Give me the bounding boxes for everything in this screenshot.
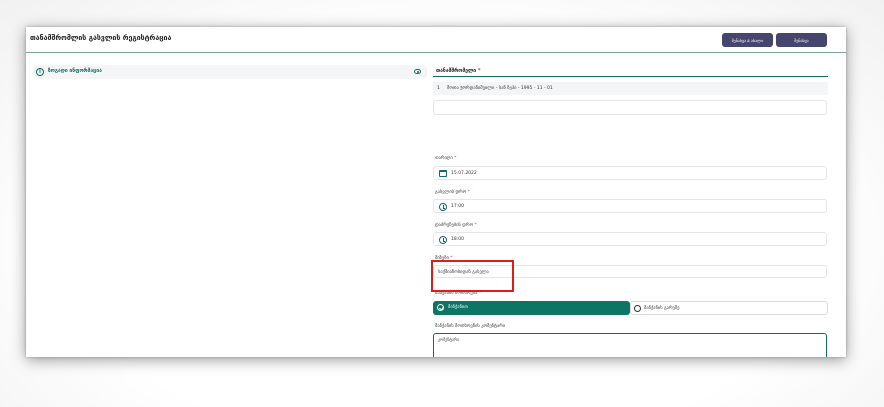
employee-list-item[interactable]: 1 შოთა ჟორდანიშვილი - სან ზეპი - 1995 - … [433, 82, 828, 95]
required-marker: * [467, 190, 470, 195]
section-divider [433, 76, 828, 77]
calendar-icon[interactable] [439, 170, 447, 177]
radio-circle-icon [634, 305, 641, 312]
required-marker: * [454, 156, 457, 161]
comment-textarea[interactable]: კომენტარი [433, 333, 827, 357]
comment-value: კომენტარი [438, 337, 460, 342]
return-time-label: დაბრუნების დრო * [435, 223, 477, 228]
return-time-value: 18:00 [451, 237, 464, 242]
app-window: თანამშრომლის გასვლის რეგისტრაცია შენახვა… [26, 27, 846, 357]
exit-time-value: 17:00 [451, 204, 464, 209]
general-info-panel[interactable]: i ზოგადი ინფორმაცია [33, 65, 427, 79]
return-time-input[interactable]: 18:00 [433, 232, 827, 246]
check-circle-icon [437, 304, 444, 311]
date-label: თარიღი * [435, 156, 456, 161]
annotation-highlight-box [431, 260, 514, 292]
return-time-label-text: დაბრუნების დრო [435, 223, 474, 228]
date-label-text: თარიღი [435, 156, 453, 161]
clock-icon[interactable] [439, 236, 447, 244]
registration-form: თანამშრომელი * 1 შოთა ჟორდანიშვილი - სან… [433, 27, 828, 357]
vehicle-no-label: მანქანის გარეშე [644, 306, 680, 311]
exit-time-input[interactable]: 17:00 [433, 199, 827, 213]
employee-search-input[interactable] [433, 100, 827, 115]
required-marker: * [477, 68, 481, 74]
date-value: 15.07.2022 [451, 171, 477, 176]
employee-label: თანამშრომელი [436, 68, 477, 74]
employee-index: 1 [437, 86, 440, 91]
date-input[interactable]: 15.07.2022 [433, 166, 827, 180]
required-marker: * [474, 223, 477, 228]
vehicle-no-option[interactable]: მანქანის გარეშე [630, 301, 828, 315]
exit-time-label-text: გასვლის დრო [435, 190, 467, 195]
exit-time-label: გასვლის დრო * [435, 190, 470, 195]
employee-section-title: თანამშრომელი * [436, 68, 481, 74]
page-title: თანამშრომლის გასვლის რეგისტრაცია [30, 34, 172, 42]
clock-icon[interactable] [439, 203, 447, 211]
vehicle-yes-label: მანქანით [448, 305, 468, 310]
vehicle-request-toggle: მანქანით მანქანის გარეშე [433, 301, 828, 315]
info-icon: i [36, 68, 44, 76]
comment-label: მანქანის მოთხოვნის კომენტარი [435, 324, 506, 329]
general-info-title: ზოგადი ინფორმაცია [48, 68, 102, 74]
vehicle-yes-option[interactable]: მანქანით [433, 301, 630, 315]
employee-name: შოთა ჟორდანიშვილი - სან ზეპი - 1995 - 11… [447, 86, 553, 91]
eye-icon[interactable] [414, 69, 421, 74]
